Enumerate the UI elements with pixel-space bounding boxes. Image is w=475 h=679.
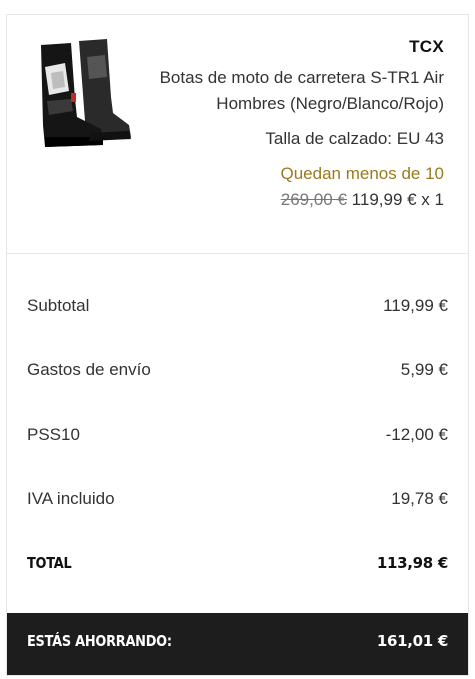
summary-value: -12,00 € [385, 425, 448, 444]
current-price-quantity: 119,99 € x 1 [351, 190, 444, 209]
summary-value: 19,78 € [391, 489, 448, 508]
summary-label: Gastos de envío [27, 360, 151, 379]
cart-item: TCX Botas de moto de carretera S-TR1 Air… [7, 15, 468, 253]
old-price: 269,00 € [280, 190, 347, 209]
total-value: 113,98 € [376, 554, 448, 572]
summary-row-discount: PSS10 -12,00 € [27, 423, 448, 447]
summary-row-vat: IVA incluido 19,78 € [27, 487, 448, 511]
boot-image [41, 39, 131, 147]
summary-value: 5,99 € [400, 360, 448, 379]
divider [7, 253, 468, 254]
total-label: TOTAL [27, 554, 72, 572]
product-price: 269,00 € 119,99 € x 1 [144, 188, 444, 212]
product-size: Talla de calzado: EU 43 [265, 129, 444, 148]
summary-label: Subtotal [27, 296, 90, 315]
savings-banner: ESTÁS AHORRANDO: 161,01 € [7, 613, 468, 675]
savings-value: 161,01 € [376, 632, 448, 650]
stock-notice: Quedan menos de 10 [280, 164, 444, 183]
summary-row-total: TOTAL 113,98 € [27, 551, 448, 575]
order-summary-card: TCX Botas de moto de carretera S-TR1 Air… [6, 14, 469, 676]
summary-row-shipping: Gastos de envío 5,99 € [27, 358, 448, 382]
product-name[interactable]: Botas de moto de carretera S-TR1 Air Hom… [144, 65, 444, 117]
product-thumbnail[interactable] [31, 37, 135, 155]
summary-value: 119,99 € [383, 296, 448, 315]
product-info: TCX Botas de moto de carretera S-TR1 Air… [144, 35, 444, 212]
savings-label: ESTÁS AHORRANDO: [27, 632, 172, 650]
summary-row-subtotal: Subtotal 119,99 € [27, 294, 448, 318]
product-brand: TCX [409, 37, 444, 56]
summary-label: PSS10 [27, 425, 80, 444]
summary-label: IVA incluido [27, 489, 115, 508]
